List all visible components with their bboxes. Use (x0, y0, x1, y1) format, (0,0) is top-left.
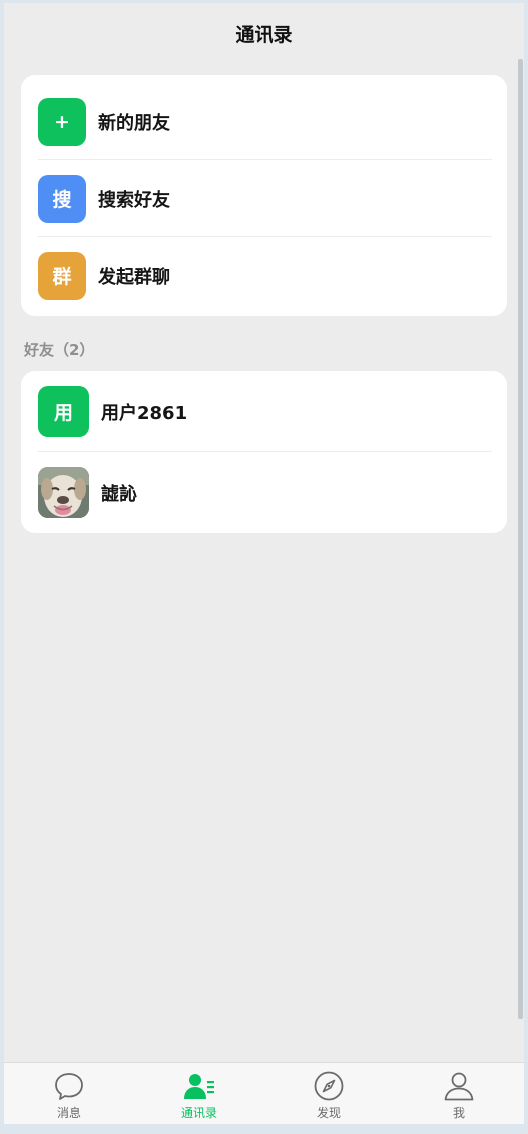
contacts-screen: 通讯录 + 新的朋友 搜 搜索好友 群 发起群聊 好友（2） 用 用户2861 (4, 3, 524, 1124)
group-badge-icon: 群 (38, 251, 86, 300)
friend-item[interactable]: 譃訫 (21, 452, 507, 533)
page-title: 通讯录 (235, 23, 293, 46)
start-group-chat-item[interactable]: 群 发起群聊 (21, 237, 507, 314)
search-badge-icon: 搜 (38, 174, 86, 223)
contacts-icon (184, 1074, 214, 1099)
friend-avatar: 用 (38, 386, 89, 437)
chat-bubble-icon (55, 1073, 83, 1100)
header: 通讯录 (4, 3, 524, 61)
tab-label: 我 (452, 1106, 465, 1120)
compass-icon (314, 1071, 344, 1101)
friends-list-card: 用 用户2861 譃訫 (21, 371, 507, 533)
user-icon (444, 1072, 474, 1101)
start-group-chat-label: 发起群聊 (98, 266, 170, 288)
bottom-tab-bar: 消息 通讯录 发现 我 (4, 1062, 524, 1124)
plus-icon: + (38, 97, 86, 146)
search-friends-label: 搜索好友 (98, 189, 170, 211)
tab-label: 消息 (56, 1106, 81, 1120)
friend-name: 用户2861 (101, 402, 188, 424)
scrollbar[interactable] (518, 59, 523, 1019)
contacts-menu-card: + 新的朋友 搜 搜索好友 群 发起群聊 (21, 75, 507, 316)
dog-photo-icon (38, 467, 89, 518)
tab-me[interactable]: 我 (394, 1063, 524, 1124)
tab-messages[interactable]: 消息 (4, 1063, 134, 1124)
friend-name: 譃訫 (101, 483, 137, 505)
dog-photo-avatar (38, 467, 89, 518)
new-friends-label: 新的朋友 (98, 112, 170, 134)
tab-label: 发现 (316, 1106, 341, 1120)
new-friends-item[interactable]: + 新的朋友 (21, 83, 507, 160)
tab-discover[interactable]: 发现 (264, 1063, 394, 1124)
friends-section-header: 好友（2） (24, 341, 95, 359)
friend-item[interactable]: 用 用户2861 (21, 371, 507, 452)
tab-contacts[interactable]: 通讯录 (134, 1063, 264, 1124)
search-friends-item[interactable]: 搜 搜索好友 (21, 160, 507, 237)
tab-label: 通讯录 (180, 1106, 217, 1120)
